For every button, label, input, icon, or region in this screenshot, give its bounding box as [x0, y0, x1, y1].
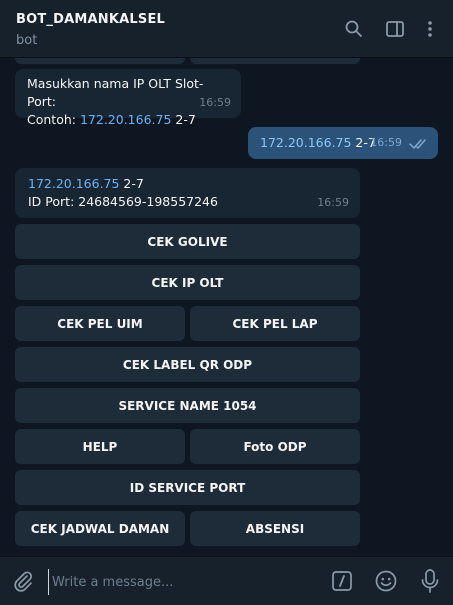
keyboard-button-id-service-port[interactable]: ID SERVICE PORT	[15, 470, 360, 505]
ip-link[interactable]: 172.20.166.75	[28, 176, 119, 191]
keyboard-button-partial[interactable]	[15, 58, 185, 64]
message-outgoing: 172.20.166.75 2-7 16:59	[248, 127, 438, 159]
chat-subtitle: bot	[16, 33, 38, 48]
message-incoming: Masukkan nama IP OLT Slot-Port: Contoh: …	[15, 69, 241, 127]
keyboard-button-service-name[interactable]: SERVICE NAME 1054	[15, 388, 360, 423]
message-incoming: 172.20.166.75 2-7 ID Port: 24684569-1985…	[15, 168, 360, 218]
keyboard-button-help[interactable]: HELP	[15, 429, 185, 464]
command-icon[interactable]	[331, 570, 353, 592]
message-time: 16:59	[317, 196, 349, 209]
microphone-icon[interactable]	[419, 568, 441, 594]
message-time: 16:59	[370, 136, 402, 149]
message-text-line: Contoh: 172.20.166.75 2-7	[27, 111, 229, 129]
double-check-icon	[409, 139, 426, 149]
more-vertical-icon[interactable]	[420, 19, 440, 39]
keyboard-button-cek-golive[interactable]: CEK GOLIVE	[15, 224, 360, 259]
message-text: Contoh:	[27, 112, 80, 127]
chat-header: BOT_DAMANKALSEL bot	[0, 0, 453, 58]
keyboard-button-absensi[interactable]: ABSENSI	[190, 511, 360, 546]
attach-icon[interactable]	[12, 570, 34, 592]
emoji-icon[interactable]	[374, 569, 398, 593]
message-input[interactable]	[48, 569, 314, 595]
keyboard-button-cek-label-qr-odp[interactable]: CEK LABEL QR ODP	[15, 347, 360, 382]
search-icon[interactable]	[344, 19, 364, 39]
message-list[interactable]: Masukkan nama IP OLT Slot-Port: Contoh: …	[0, 58, 453, 555]
message-time: 16:59	[199, 96, 231, 109]
ip-link[interactable]: 172.20.166.75	[260, 135, 351, 150]
message-text-line: 172.20.166.75 2-7	[28, 175, 347, 193]
keyboard-button-foto-odp[interactable]: Foto ODP	[190, 429, 360, 464]
keyboard-button-cek-pel-lap[interactable]: CEK PEL LAP	[190, 306, 360, 341]
message-text: 2-7	[171, 112, 196, 127]
keyboard-button-cek-pel-uim[interactable]: CEK PEL UIM	[15, 306, 185, 341]
message-text-line: ID Port: 24684569-198557246	[28, 194, 218, 209]
sidebar-toggle-icon[interactable]	[385, 19, 405, 39]
chat-title[interactable]: BOT_DAMANKALSEL	[16, 12, 165, 27]
ip-link[interactable]: 172.20.166.75	[80, 112, 171, 127]
keyboard-button-cek-ip-olt[interactable]: CEK IP OLT	[15, 265, 360, 300]
message-text: 2-7	[119, 176, 144, 191]
message-composer	[0, 556, 453, 605]
keyboard-button-cek-jadwal-daman[interactable]: CEK JADWAL DAMAN	[15, 511, 185, 546]
keyboard-button-partial[interactable]	[190, 58, 360, 64]
